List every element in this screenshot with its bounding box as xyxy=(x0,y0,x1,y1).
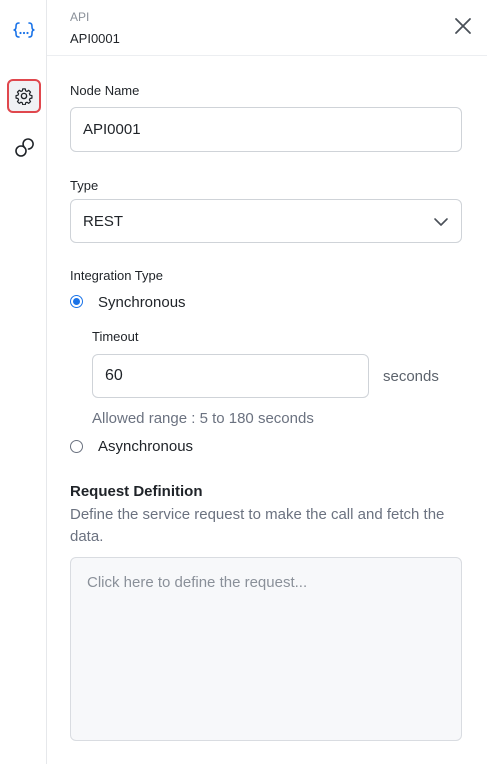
synchronous-label[interactable]: Synchronous xyxy=(98,294,186,311)
integration-type-label: Integration Type xyxy=(70,268,163,283)
timeout-input[interactable]: 60 xyxy=(92,354,369,398)
type-label: Type xyxy=(70,178,99,193)
timeout-hint: Allowed range : 5 to 180 seconds xyxy=(92,410,314,427)
panel-header: API API0001 xyxy=(47,0,487,56)
request-definition-title: Request Definition xyxy=(70,483,203,500)
close-button[interactable] xyxy=(451,14,475,38)
link-icon[interactable] xyxy=(8,132,40,164)
timeout-value: 60 xyxy=(105,367,123,384)
timeout-unit: seconds xyxy=(383,368,439,385)
timeout-label: Timeout xyxy=(92,329,139,344)
request-definition-description: Define the service request to make the c… xyxy=(70,506,445,545)
node-name-input[interactable]: API0001 xyxy=(70,107,462,152)
node-name-value: API0001 xyxy=(83,121,141,138)
close-icon xyxy=(455,18,471,34)
api-icon[interactable] xyxy=(8,14,40,46)
side-rail xyxy=(0,0,47,764)
gear-icon xyxy=(15,87,33,105)
request-definition-box[interactable]: Click here to define the request... xyxy=(70,557,462,741)
type-selected-value: REST xyxy=(83,212,124,230)
node-name-label: Node Name xyxy=(70,83,140,98)
type-select[interactable]: REST xyxy=(70,199,462,243)
asynchronous-radio[interactable] xyxy=(70,440,83,453)
node-id-label: API0001 xyxy=(70,31,120,46)
node-type-label: API xyxy=(70,10,90,24)
request-definition-placeholder: Click here to define the request... xyxy=(87,574,308,591)
asynchronous-label[interactable]: Asynchronous xyxy=(98,438,193,455)
chevron-down-icon xyxy=(434,218,448,226)
synchronous-radio[interactable] xyxy=(70,295,83,308)
settings-tab[interactable] xyxy=(7,79,41,113)
